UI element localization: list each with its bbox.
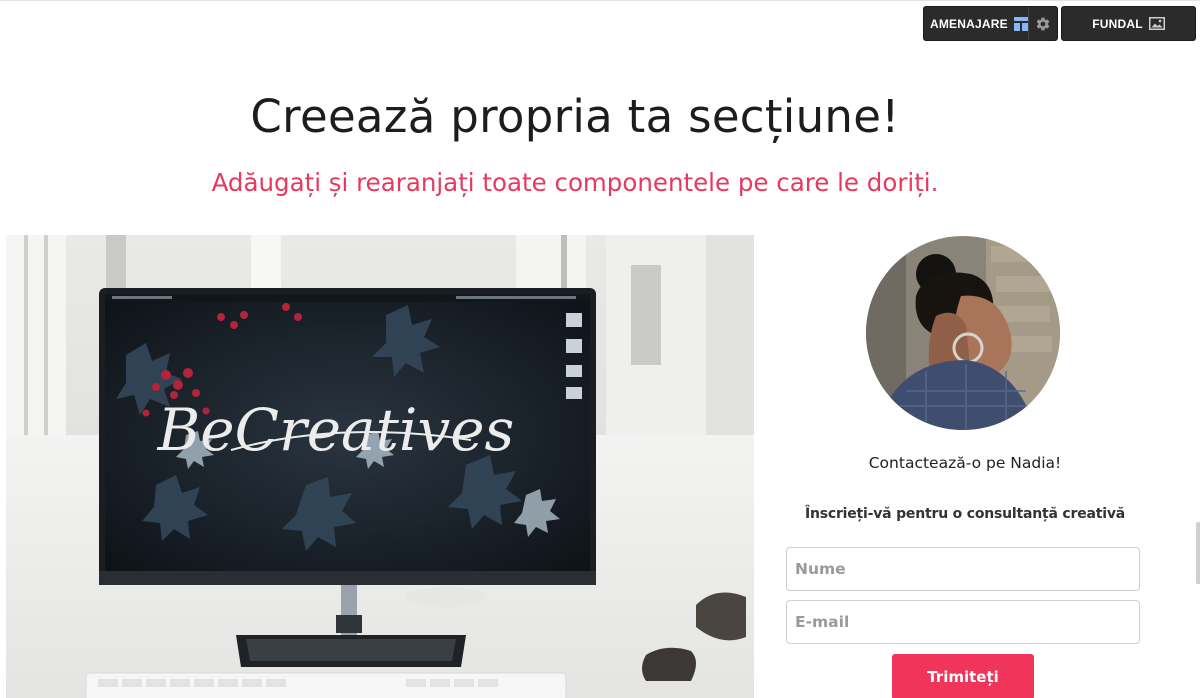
desk-monitor-photo: BeCreatives (6, 235, 754, 698)
avatar[interactable] (866, 236, 1060, 430)
background-button[interactable]: FUNDAL (1062, 7, 1195, 40)
settings-button[interactable] (1027, 7, 1057, 40)
layout-icon (1013, 16, 1028, 31)
submit-button[interactable]: Trimiteți (892, 654, 1034, 698)
section-subtitle: Adăugați și rearanjați toate componentel… (211, 168, 939, 197)
background-button-label: FUNDAL (1092, 16, 1143, 31)
hero-image[interactable]: BeCreatives (6, 235, 754, 698)
avatar-photo (866, 236, 1060, 430)
email-input[interactable] (786, 600, 1140, 644)
name-input[interactable] (786, 547, 1140, 591)
top-divider (0, 0, 1200, 1)
layout-button[interactable]: AMENAJARE (924, 7, 1028, 40)
layout-toolbar: AMENAJARE (923, 6, 1058, 41)
screen-lettering: BeCreatives (157, 396, 515, 464)
image-icon (1148, 17, 1165, 30)
gear-icon (1036, 17, 1050, 30)
contact-title: Contactează-o pe Nadia! (868, 454, 1062, 472)
layout-button-label: AMENAJARE (930, 16, 1008, 31)
scroll-handle[interactable] (1196, 522, 1200, 584)
background-toolbar: FUNDAL (1061, 6, 1196, 41)
signup-text: Înscrieți-vă pentru o consultanță creati… (804, 506, 1126, 522)
section-title: Creează propria ta secțiune! (250, 90, 900, 143)
